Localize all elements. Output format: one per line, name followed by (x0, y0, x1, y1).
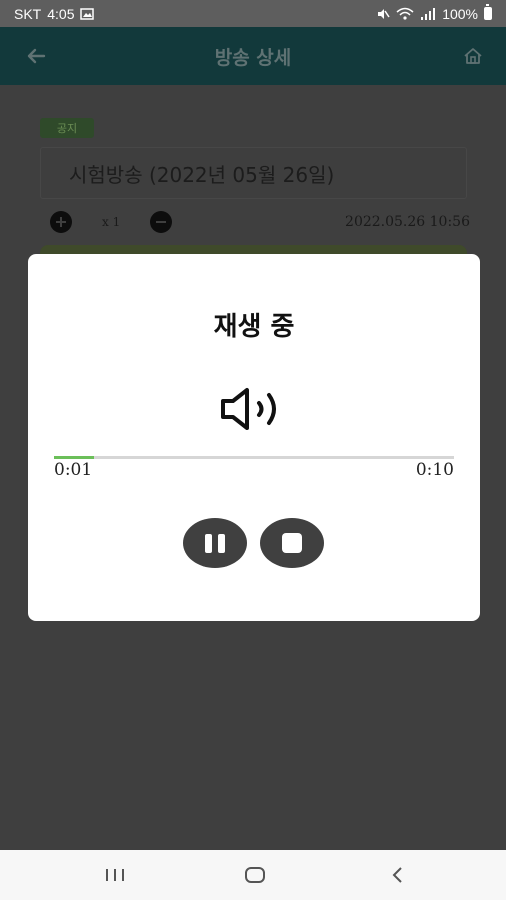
mute-icon (378, 8, 390, 19)
home-nav-button[interactable] (235, 850, 275, 900)
pause-icon (202, 533, 228, 553)
broadcast-datetime: 2022.05.26 10:56 (345, 214, 470, 230)
playback-dialog: 재생 중 0:01 0:10 (28, 254, 480, 621)
battery-percent: 100% (442, 5, 478, 22)
system-nav-bar (0, 850, 506, 900)
pause-button[interactable] (183, 518, 247, 568)
plus-icon (56, 217, 66, 227)
total-time: 0:10 (415, 460, 454, 480)
broadcast-title: 시험방송 (2022년 05월 26일) (69, 162, 335, 187)
broadcast-title-box: 시험방송 (2022년 05월 26일) (40, 147, 467, 199)
speaker-icon (221, 388, 276, 430)
status-bar: SKT 4:05 100% (0, 0, 506, 27)
dialog-title: 재생 중 (213, 312, 295, 342)
image-notification-icon (80, 7, 95, 20)
back-nav-button[interactable] (378, 850, 418, 900)
elapsed-time: 0:01 (54, 460, 93, 480)
progress-slider[interactable] (54, 456, 454, 459)
home-nav-icon (245, 867, 265, 883)
chevron-left-icon (392, 867, 402, 883)
zoom-level: x 1 (102, 215, 121, 229)
carrier-label: SKT (14, 5, 42, 22)
recent-apps-icon (106, 869, 124, 881)
stop-button[interactable] (260, 518, 324, 568)
category-tag: 공지 (40, 118, 94, 138)
app-bar: 방송 상세 (0, 27, 506, 85)
zoom-in-button[interactable] (50, 211, 72, 233)
wifi-icon (396, 7, 414, 20)
zoom-controls: x 1 2022.05.26 10:56 (50, 211, 470, 233)
minus-icon (156, 221, 167, 223)
battery-icon (484, 4, 492, 20)
page-title: 방송 상세 (214, 46, 292, 69)
home-icon[interactable] (462, 45, 484, 67)
recent-apps-button[interactable] (95, 850, 135, 900)
back-arrow-icon[interactable] (24, 44, 48, 68)
stop-icon (282, 533, 302, 553)
signal-icon (421, 7, 436, 20)
clock: 4:05 (47, 5, 75, 22)
progress-fill (54, 456, 94, 459)
zoom-out-button[interactable] (150, 211, 173, 233)
